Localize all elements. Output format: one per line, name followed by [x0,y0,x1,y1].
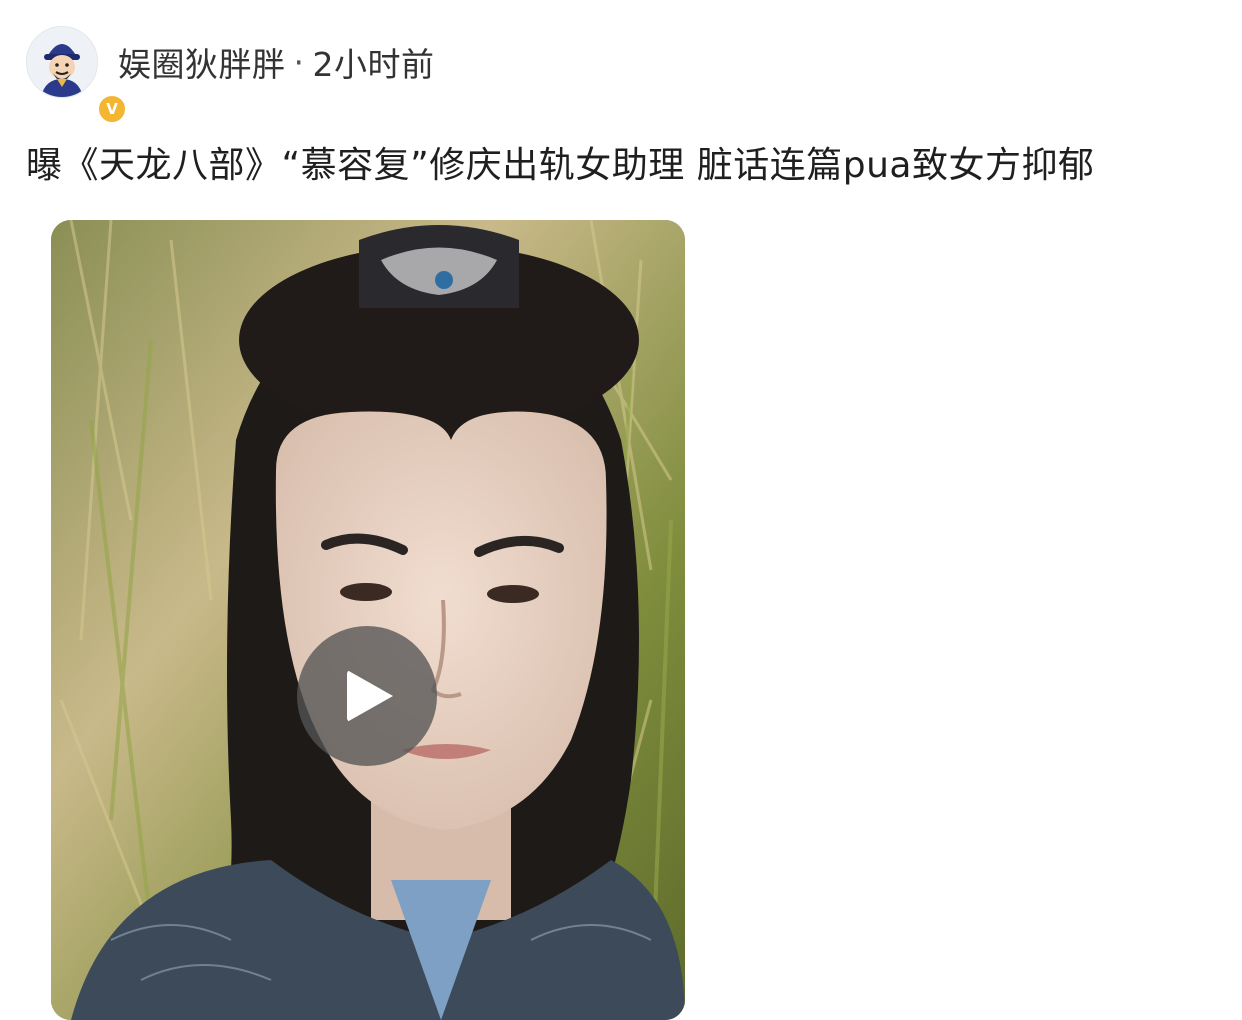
portrait-image [51,220,685,1020]
post-header: V 娱圈狄胖胖 · 2小时前 [26,26,435,124]
play-button[interactable] [297,626,437,766]
author-avatar[interactable] [26,26,98,98]
verified-v-icon: V [97,94,127,124]
post-meta: 娱圈狄胖胖 · 2小时前 [118,38,435,86]
cartoon-avatar-icon [27,27,97,97]
post-title[interactable]: 曝《天龙八部》“慕容复”修庆出轨女助理 脏话连篇pua致女方抑郁 [26,136,1094,188]
author-name[interactable]: 娱圈狄胖胖 [118,38,286,86]
meta-separator: · [293,42,305,82]
play-icon [347,670,393,722]
video-thumbnail[interactable] [51,220,685,1020]
post-time: 2小时前 [312,45,435,84]
